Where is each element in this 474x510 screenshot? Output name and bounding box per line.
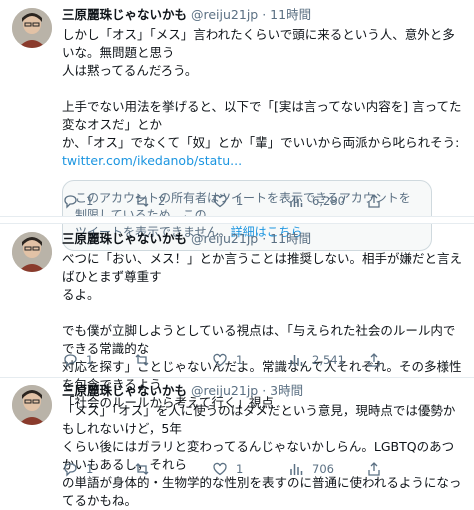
share-button[interactable] (366, 350, 382, 370)
tweet-divider (0, 377, 474, 378)
avatar-photo-icon (12, 232, 52, 272)
reply-icon (64, 354, 77, 368)
tweet-time[interactable]: · 11時間 (262, 231, 311, 246)
tweet-text-line: 上手でない用法を挙げると、以下で「[実は言ってない内容を] 言ってた変なオスだ」… (62, 99, 462, 132)
heart-icon (213, 194, 227, 208)
share-button[interactable] (366, 191, 382, 211)
tweet-text: 「メス」「オス」を人に使うのはダメだという意見，現時点では優勢かもしれないけど，… (62, 402, 462, 510)
like-button[interactable]: 1 (212, 191, 243, 211)
share-icon (368, 462, 380, 476)
views-icon (290, 355, 303, 366)
author-name[interactable]: 三原麗珠じゃないかも (62, 383, 187, 398)
author-handle[interactable]: @reiju21jp (191, 231, 258, 246)
reply-count: 1 (86, 462, 94, 476)
retweet-count: 2 (158, 194, 166, 208)
avatar[interactable] (12, 385, 52, 425)
reply-icon (64, 463, 77, 477)
tweet-text-line: しかし「オス」「メス」言われたくらいで頭に来るという人、意外と多いな。無問題と思… (62, 27, 455, 60)
like-button[interactable]: 1 (212, 350, 243, 370)
like-count: 1 (236, 194, 244, 208)
reply-count: 1 (86, 194, 94, 208)
reply-button[interactable]: 1 (62, 350, 93, 370)
retweet-icon (135, 463, 149, 475)
avatar-photo-icon (12, 385, 52, 425)
views-button[interactable]: 706 (288, 459, 334, 479)
share-button[interactable] (366, 459, 382, 479)
author-name[interactable]: 三原麗珠じゃないかも (62, 231, 187, 246)
like-count: 1 (236, 462, 244, 476)
like-button[interactable]: 1 (212, 459, 243, 479)
tweet-3-content: 三原麗珠じゃないかも @reiju21jp · 3時間 「メス」「オス」を人に使… (62, 382, 462, 510)
views-icon (290, 464, 303, 475)
tweet-text-line: 人は黙ってるんだろう。 (62, 63, 198, 78)
author-name[interactable]: 三原麗珠じゃないかも (62, 7, 187, 22)
tweet-text-line: の単語が身体的・生物学的な性別を表すのに普通に使われるようになってるかもね。 (62, 475, 462, 508)
tweet-link[interactable]: twitter.com/ikedanob/statu... (62, 152, 462, 170)
tweet-separator (0, 216, 474, 224)
views-count: 6,280 (312, 194, 345, 208)
views-count: 706 (312, 462, 334, 476)
share-icon (368, 353, 380, 367)
author-handle[interactable]: @reiju21jp (191, 7, 258, 22)
avatar[interactable] (12, 8, 52, 48)
tweet-actions: 1 2 1 6,280 (62, 191, 462, 211)
author-handle[interactable]: @reiju21jp (191, 383, 258, 398)
retweet-icon (135, 195, 149, 207)
retweet-button[interactable] (134, 350, 158, 370)
reply-count: 1 (86, 353, 94, 367)
reply-button[interactable]: 1 (62, 191, 93, 211)
heart-icon (213, 353, 227, 367)
tweet-text-line: るよ。 (62, 287, 100, 302)
tweet-text-line: 「メス」「オス」を人に使うのはダメだという意見，現時点では優勢かもしれないけど，… (62, 403, 456, 436)
views-count: 2,541 (312, 353, 345, 367)
tweet-header: 三原麗珠じゃないかも @reiju21jp · 11時間 (62, 6, 462, 24)
reply-button[interactable]: 1 (62, 459, 93, 479)
views-button[interactable]: 6,280 (288, 191, 345, 211)
tweet-time[interactable]: · 11時間 (262, 7, 311, 22)
retweet-button[interactable]: 2 (134, 191, 165, 211)
share-icon (368, 194, 380, 208)
tweet-text-line: べつに「おい、メス！」とか言うことは推奨しない。相手が嫌だと言えばひとまず尊重す (62, 251, 463, 284)
retweet-button[interactable] (134, 459, 158, 479)
views-button[interactable]: 2,541 (288, 350, 345, 370)
tweet-header: 三原麗珠じゃないかも @reiju21jp · 3時間 (62, 382, 462, 400)
tweet-actions: 1 1 706 (62, 459, 462, 479)
tweet-1-content: 三原麗珠じゃないかも @reiju21jp · 11時間 しかし「オス」「メス」… (62, 6, 462, 251)
avatar[interactable] (12, 232, 52, 272)
tweet-actions: 1 1 2,541 (62, 350, 462, 370)
tweet-text: しかし「オス」「メス」言われたくらいで頭に来るという人、意外と多いな。無問題と思… (62, 26, 462, 170)
retweet-icon (135, 354, 149, 366)
tweet-time[interactable]: · 3時間 (262, 383, 303, 398)
reply-icon (64, 195, 77, 209)
tweet-header: 三原麗珠じゃないかも @reiju21jp · 11時間 (62, 230, 462, 248)
tweet-text-line: か、「オス」でなくて「奴」とか「輩」でいいから両派から叱られそう: (62, 135, 460, 150)
views-icon (290, 196, 303, 207)
avatar-photo-icon (12, 8, 52, 48)
heart-icon (213, 462, 227, 476)
like-count: 1 (236, 353, 244, 367)
